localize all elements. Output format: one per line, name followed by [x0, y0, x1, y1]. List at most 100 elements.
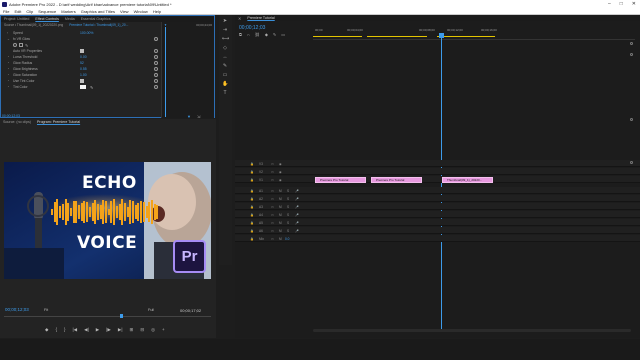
reset-icon[interactable]: [154, 85, 158, 89]
timeline-clip[interactable]: Premiere Pro Tutorial: [371, 177, 422, 183]
voice-over-icon[interactable]: 🎤: [295, 197, 299, 201]
menu-markers[interactable]: Markers: [61, 9, 75, 14]
reset-icon[interactable]: [154, 61, 158, 65]
add-marker-icon[interactable]: ◆: [45, 327, 48, 333]
solo-icon[interactable]: S: [287, 229, 289, 233]
reset-icon[interactable]: [154, 55, 158, 59]
sync-lock-icon[interactable]: ▭: [271, 213, 274, 217]
close-button[interactable]: ✕: [632, 1, 636, 7]
tab-essential-graphics[interactable]: Essential Graphics: [81, 17, 111, 21]
lock-icon[interactable]: 🔒: [250, 197, 254, 201]
reset-icon[interactable]: [154, 79, 158, 83]
stopwatch-icon[interactable]: ◔: [7, 79, 9, 83]
twirl-icon[interactable]: ›: [7, 31, 8, 35]
linked-selection-icon[interactable]: ⛓: [255, 32, 260, 37]
maximize-button[interactable]: □: [620, 1, 623, 7]
solo-icon[interactable]: S: [287, 197, 289, 201]
source-clip-label[interactable]: Source • Thumbnail(09_1)_20220220.png: [4, 23, 63, 27]
lock-icon[interactable]: 🔒: [250, 189, 254, 193]
menu-clip[interactable]: Clip: [26, 9, 33, 14]
track-row-a2[interactable]: 🔒 A2 ▭ M S 🎤: [235, 195, 640, 202]
menu-file[interactable]: File: [3, 9, 9, 14]
work-area-bar[interactable]: [313, 36, 362, 37]
rectangle-mask-icon[interactable]: [19, 43, 23, 47]
pen-mask-icon[interactable]: ✎: [25, 43, 28, 48]
track-row-a5[interactable]: 🔒 A5 ▭ M S 🎤: [235, 219, 640, 226]
step-back-icon[interactable]: ◀|: [84, 327, 89, 333]
track-row-a1[interactable]: 🔒 A1 ▭ M S 🎤: [235, 187, 640, 194]
tab-sequence[interactable]: Premiere Tutorial: [247, 16, 274, 20]
eye-icon[interactable]: ◉: [279, 170, 282, 174]
reset-icon[interactable]: [154, 37, 158, 41]
reset-icon[interactable]: [154, 73, 158, 77]
mute-icon[interactable]: M: [279, 189, 282, 193]
use-tint-checkbox[interactable]: [80, 79, 84, 83]
hand-tool-icon[interactable]: ✋: [222, 82, 228, 87]
reset-icon[interactable]: [154, 67, 158, 71]
go-to-out-icon[interactable]: ▶|: [118, 327, 123, 333]
menu-sequence[interactable]: Sequence: [38, 9, 56, 14]
stopwatch-icon[interactable]: ◔: [7, 85, 9, 89]
voice-over-icon[interactable]: 🎤: [295, 221, 299, 225]
eyedropper-icon[interactable]: ✎: [90, 85, 93, 90]
go-to-in-icon[interactable]: |◀: [73, 327, 78, 333]
mute-icon[interactable]: M: [279, 205, 282, 209]
eye-icon[interactable]: ◉: [279, 162, 282, 166]
solo-icon[interactable]: S: [287, 205, 289, 209]
track-row-a4[interactable]: 🔒 A4 ▭ M S 🎤: [235, 211, 640, 218]
type-tool-icon[interactable]: T: [222, 91, 228, 96]
twirl-icon[interactable]: ⌄: [7, 37, 10, 41]
button-editor-icon[interactable]: +: [162, 327, 165, 333]
sync-lock-icon[interactable]: ▭: [271, 170, 274, 174]
slip-tool-icon[interactable]: ↔: [222, 55, 228, 60]
stopwatch-icon[interactable]: ◔: [7, 55, 9, 59]
close-tab-icon[interactable]: ✕: [238, 16, 241, 21]
sync-lock-icon[interactable]: ▭: [271, 162, 274, 166]
effect-keyframe-area[interactable]: ▼ 00;00;24;00: [161, 22, 214, 118]
lift-icon[interactable]: ⊞: [130, 327, 134, 333]
timeline-clip[interactable]: Thumbnail(09_1)_20220...: [442, 177, 493, 183]
wrench-icon[interactable]: ✎: [273, 32, 276, 37]
mute-icon[interactable]: M: [279, 229, 282, 233]
sync-lock-icon[interactable]: ▭: [271, 229, 274, 233]
lock-icon[interactable]: 🔒: [250, 229, 254, 233]
sync-lock-icon[interactable]: ▭: [271, 197, 274, 201]
auto-vr-checkbox[interactable]: [80, 49, 84, 53]
sync-lock-icon[interactable]: ▭: [271, 221, 274, 225]
fit-dropdown[interactable]: Fit: [44, 308, 48, 312]
ripple-edit-tool-icon[interactable]: ⟷: [222, 37, 229, 42]
rectangle-tool-icon[interactable]: ▭: [222, 73, 228, 78]
timeline-current-time[interactable]: 00;00;12;03: [239, 25, 265, 31]
timeline-vertical-scrollbar[interactable]: [630, 40, 634, 280]
mute-icon[interactable]: M: [279, 221, 282, 225]
stopwatch-icon[interactable]: ◔: [7, 67, 9, 71]
lock-icon[interactable]: 🔒: [250, 178, 254, 182]
add-marker-icon[interactable]: ◆: [265, 32, 268, 37]
lock-icon[interactable]: 🔒: [250, 205, 254, 209]
timeline-horizontal-scrollbar[interactable]: [313, 329, 631, 332]
program-time-ruler[interactable]: [4, 316, 211, 317]
menu-view[interactable]: View: [120, 9, 129, 14]
stopwatch-icon[interactable]: ◔: [7, 61, 9, 65]
selection-tool-icon[interactable]: ➤: [222, 19, 228, 24]
tab-program[interactable]: Program: Premiere Tutorial: [37, 120, 80, 124]
pen-tool-icon[interactable]: ✎: [222, 64, 228, 69]
timeline-ruler[interactable]: 00;00 00;00;04;00 00;00;08;00 00;00;12;0…: [313, 25, 635, 40]
mute-icon[interactable]: M: [279, 197, 282, 201]
timeline-clip[interactable]: Premiere Pro Tutorial: [315, 177, 366, 183]
track-row-v2[interactable]: 🔒 V2 ▭ ◉: [235, 168, 640, 175]
minimize-button[interactable]: –: [608, 1, 611, 7]
sync-lock-icon[interactable]: ▭: [271, 189, 274, 193]
snap-icon[interactable]: ∩: [247, 32, 250, 37]
lock-icon[interactable]: 🔒: [250, 221, 254, 225]
tab-source[interactable]: Source: (no clips): [3, 120, 31, 124]
tab-media[interactable]: Media: [65, 17, 75, 21]
captions-icon[interactable]: ▭: [281, 32, 285, 37]
voice-over-icon[interactable]: 🎤: [295, 189, 299, 193]
sync-lock-icon[interactable]: ▭: [271, 205, 274, 209]
nest-icon[interactable]: ⧉: [239, 32, 242, 37]
voice-over-icon[interactable]: 🎤: [295, 229, 299, 233]
mute-icon[interactable]: M: [279, 213, 282, 217]
lock-icon[interactable]: 🔒: [250, 213, 254, 217]
lock-icon[interactable]: 🔒: [250, 162, 254, 166]
